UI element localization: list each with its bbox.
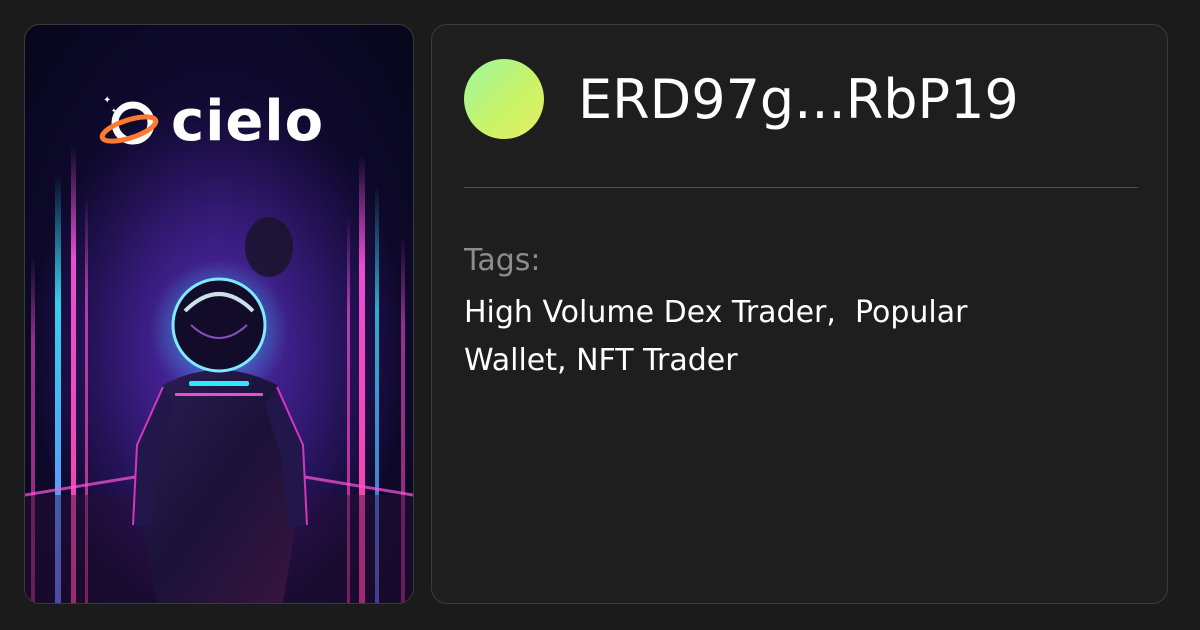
share-card: ✦ ✦ cielo ERD97g...RbP19 Tags: High Volu…	[0, 0, 1200, 630]
svg-text:✦: ✦	[111, 107, 117, 115]
divider	[464, 187, 1138, 188]
wallet-address: ERD97g...RbP19	[578, 68, 1019, 131]
svg-text:✦: ✦	[103, 95, 111, 106]
artwork-card: ✦ ✦ cielo	[24, 24, 414, 604]
tags-values: High Volume Dex Trader, Popular Wallet, …	[464, 295, 968, 378]
tags-label: Tags:	[464, 243, 541, 278]
brand-name: cielo	[171, 89, 325, 154]
wallet-info-card: ERD97g...RbP19 Tags: High Volume Dex Tra…	[431, 24, 1168, 604]
wallet-avatar	[464, 59, 544, 139]
planet-ring-logo-icon: ✦ ✦	[99, 95, 159, 145]
cielo-logo: ✦ ✦ cielo	[99, 91, 324, 153]
